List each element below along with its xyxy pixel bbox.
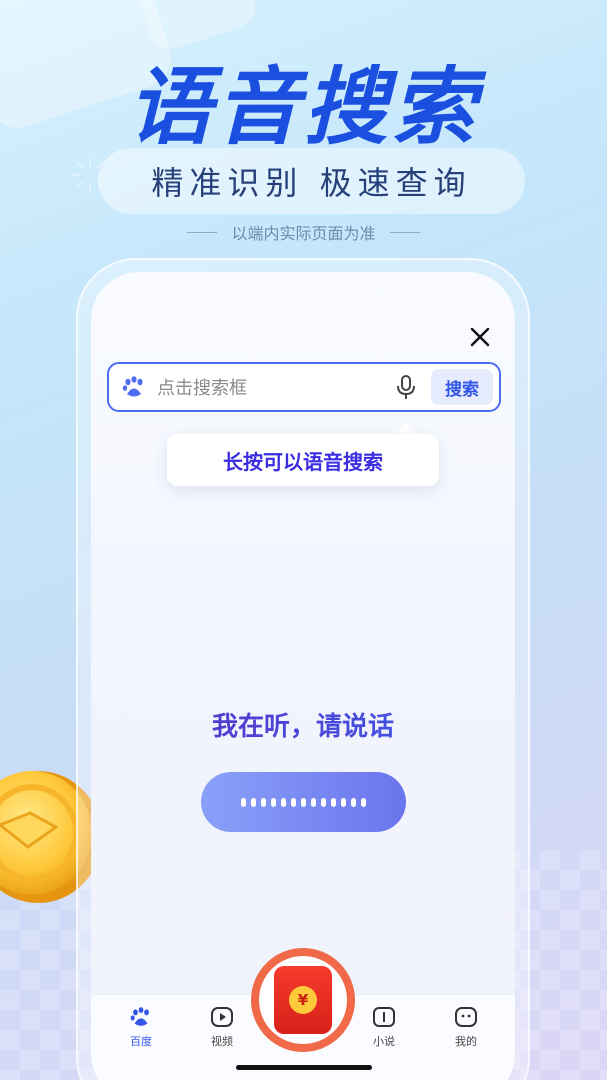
wave-bar [281,797,286,807]
wave-bar [311,797,316,807]
microphone-icon[interactable] [395,374,417,400]
wave-bar [331,797,336,807]
voice-waveform[interactable] [201,772,406,832]
promo-note-text: 以端内实际页面为准 [231,224,376,243]
phone-screen: 点击搜索框 搜索 长按可以语音搜索 我在听，请说话 百度 视频 小说 我的 ¥ [91,272,515,1080]
nav-label: 百度 [130,1035,152,1048]
play-icon [211,1007,233,1027]
voice-hint-tooltip: 长按可以语音搜索 [167,434,439,486]
wave-bar [271,797,276,807]
yuan-coin-icon: ¥ [289,986,317,1014]
divider [389,231,420,233]
wave-bar [291,797,296,807]
wave-bar [251,797,256,807]
wave-bar [241,797,246,807]
wave-bar [341,797,346,807]
search-button[interactable]: 搜索 [431,369,493,405]
tooltip-arrow [396,422,416,434]
nav-label: 视频 [211,1035,233,1048]
nav-item-profile[interactable]: 我的 [436,1005,496,1049]
nav-item-novel[interactable]: 小说 [354,1005,414,1049]
divider [187,231,218,233]
close-icon [470,327,490,347]
search-bar[interactable]: 点击搜索框 搜索 [107,362,501,412]
listening-prompt: 我在听，请说话 [91,706,515,743]
wave-bar [301,797,306,807]
wave-bar [261,797,266,807]
nav-label: 我的 [455,1035,477,1048]
home-indicator[interactable] [236,1065,372,1070]
nav-item-video[interactable]: 视频 [192,1005,252,1049]
wave-bar [351,797,356,807]
nav-item-baidu[interactable]: 百度 [111,1005,171,1049]
promo-headline: 语音搜索 [127,58,480,156]
baidu-paw-icon [122,376,143,397]
profile-icon [455,1007,477,1027]
book-icon [373,1007,395,1027]
promo-subtitle: 精准识别 极速查询 [98,148,525,214]
red-envelope-button[interactable]: ¥ [251,948,355,1052]
nav-label: 小说 [373,1035,395,1048]
wave-bar [321,797,326,807]
wave-bar [361,797,366,807]
close-button[interactable] [465,322,495,352]
baidu-paw-icon [130,1007,149,1026]
promo-note: 以端内实际页面为准 [0,220,607,244]
search-placeholder[interactable]: 点击搜索框 [157,374,395,400]
red-envelope-icon: ¥ [274,966,332,1034]
